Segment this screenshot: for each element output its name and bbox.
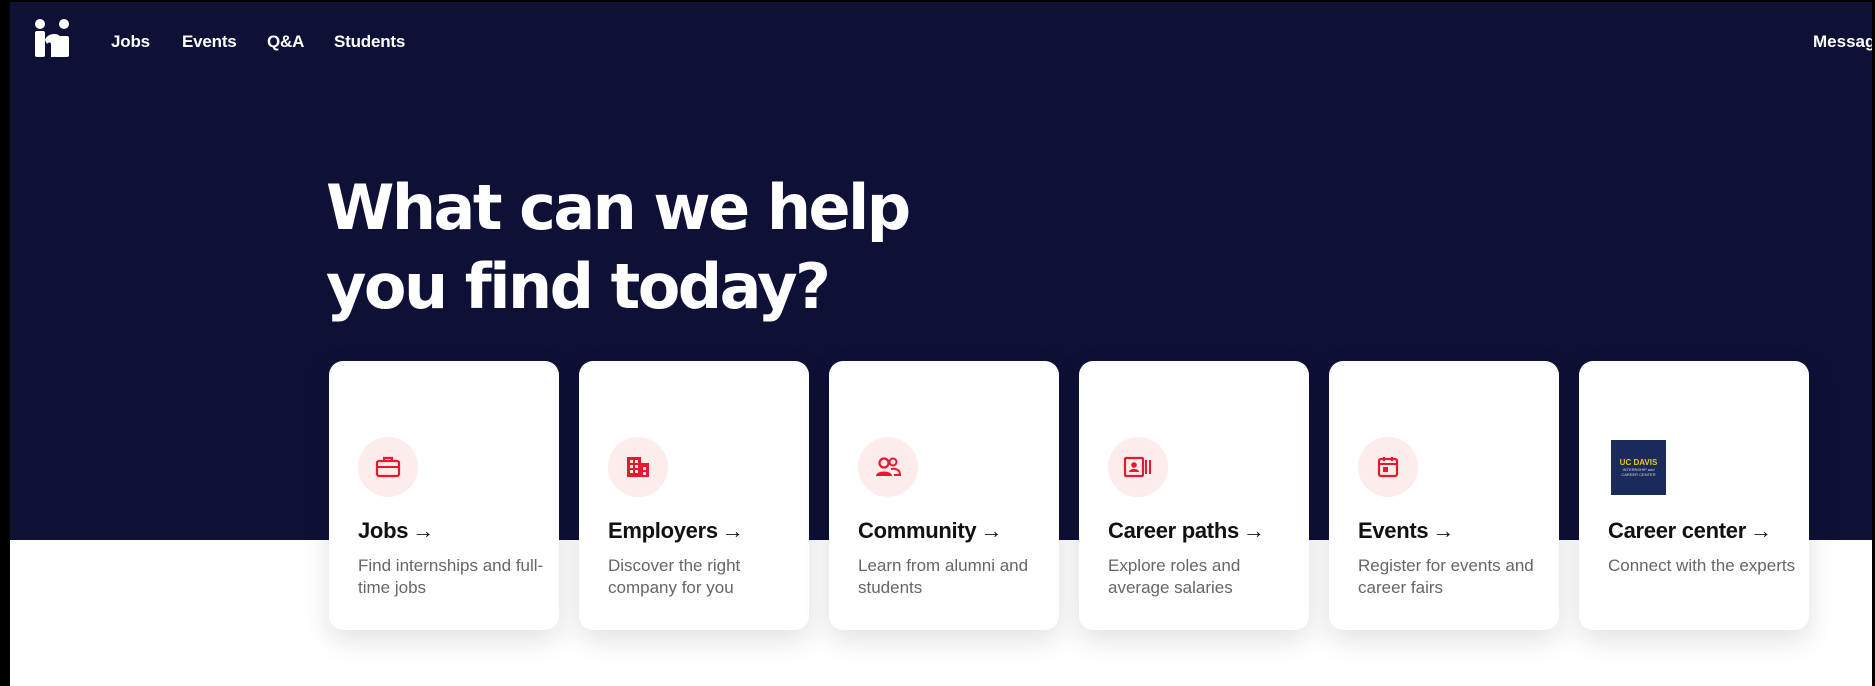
arrow-icon: → xyxy=(1242,518,1265,543)
card-title: Events → xyxy=(1358,518,1455,543)
card-description: Explore roles and average salaries xyxy=(1108,556,1241,597)
logo-line-1: UC DAVIS xyxy=(1619,458,1658,467)
card-title: Jobs → xyxy=(358,518,434,543)
arrow-icon: → xyxy=(980,518,1003,543)
id-card-icon xyxy=(1108,437,1168,497)
card-description: Register for events and career fairs xyxy=(1358,556,1534,597)
card-description: Discover the right company for you xyxy=(608,556,741,597)
page: Jobs Events Q&A Students Messages What c… xyxy=(10,2,1875,686)
hero-headline: What can we help you find today? xyxy=(326,168,1046,326)
card-title: Employers → xyxy=(608,518,744,543)
card-title: Community → xyxy=(858,518,1003,543)
arrow-icon: → xyxy=(1749,518,1772,543)
nav-messages[interactable]: Messages xyxy=(1813,32,1875,52)
card-events[interactable]: Events → Register for events and career f… xyxy=(1329,361,1559,630)
card-description: Learn from alumni and students xyxy=(858,556,1029,597)
card-description: Connect with the experts xyxy=(1608,556,1796,575)
nav-events[interactable]: Events xyxy=(182,32,237,52)
card-title: Career center → xyxy=(1608,518,1772,543)
arrow-icon: → xyxy=(412,518,434,543)
uc-davis-logo: UC DAVIS INTERNSHIP and CAREER CENTER xyxy=(1611,440,1666,495)
arrow-icon: → xyxy=(721,518,744,543)
card-title: Career paths → xyxy=(1108,518,1265,543)
handshake-logo[interactable] xyxy=(33,18,73,60)
card-jobs[interactable]: Jobs → Find internships and full-time job… xyxy=(329,361,559,630)
calendar-icon xyxy=(1358,437,1418,497)
logo-line-2: INTERNSHIP and CAREER CENTER xyxy=(1621,467,1656,477)
nav-qa[interactable]: Q&A xyxy=(267,32,304,52)
arrow-icon: → xyxy=(1432,518,1455,543)
people-icon xyxy=(858,437,918,497)
nav-jobs[interactable]: Jobs xyxy=(111,32,150,52)
card-career-center[interactable]: UC DAVIS INTERNSHIP and CAREER CENTER Ca… xyxy=(1579,361,1809,630)
headline-line-1: What can we help xyxy=(326,171,911,244)
building-icon xyxy=(608,437,668,497)
nav-students[interactable]: Students xyxy=(334,32,405,52)
card-career-paths[interactable]: Career paths → Explore roles and average … xyxy=(1079,361,1309,630)
card-description: Find internships and full-time jobs xyxy=(358,556,544,597)
card-employers[interactable]: Employers → Discover the right company fo… xyxy=(579,361,809,630)
headline-line-2: you find today? xyxy=(326,250,831,323)
briefcase-icon xyxy=(358,437,418,497)
card-community[interactable]: Community → Learn from alumni and student… xyxy=(829,361,1059,630)
